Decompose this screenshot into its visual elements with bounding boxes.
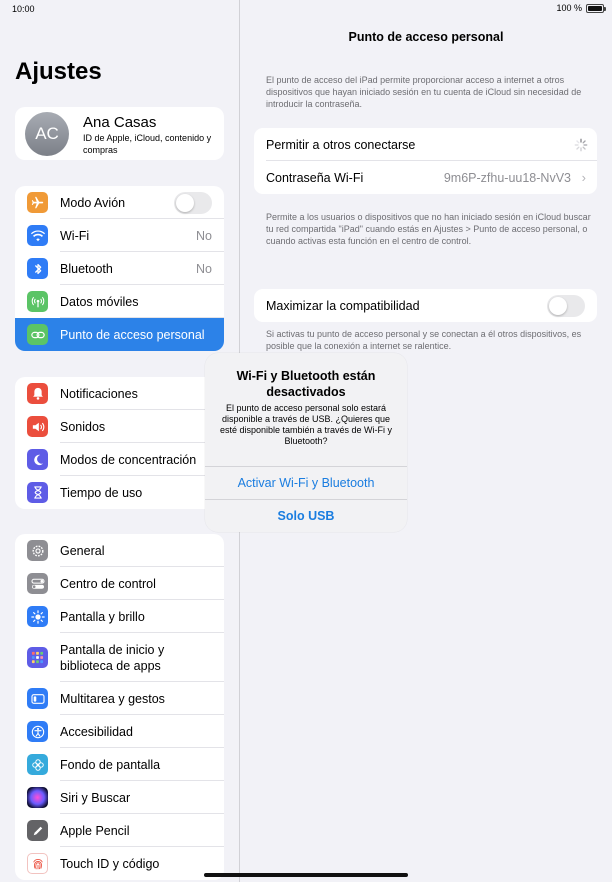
alert-title: Wi-Fi y Bluetooth están desactivados bbox=[236, 369, 376, 399]
screen: 10:00 Ajustes AC Ana Casas ID de Apple, … bbox=[0, 0, 612, 882]
alert-message: El punto de acceso personal solo estará … bbox=[219, 403, 393, 446]
enable-wifi-bluetooth-button[interactable]: Activar Wi-Fi y Bluetooth bbox=[205, 466, 407, 499]
usb-only-button[interactable]: Solo USB bbox=[205, 499, 407, 532]
alert-dialog: Wi-Fi y Bluetooth están desactivados El … bbox=[205, 353, 407, 532]
home-indicator[interactable] bbox=[204, 873, 408, 877]
